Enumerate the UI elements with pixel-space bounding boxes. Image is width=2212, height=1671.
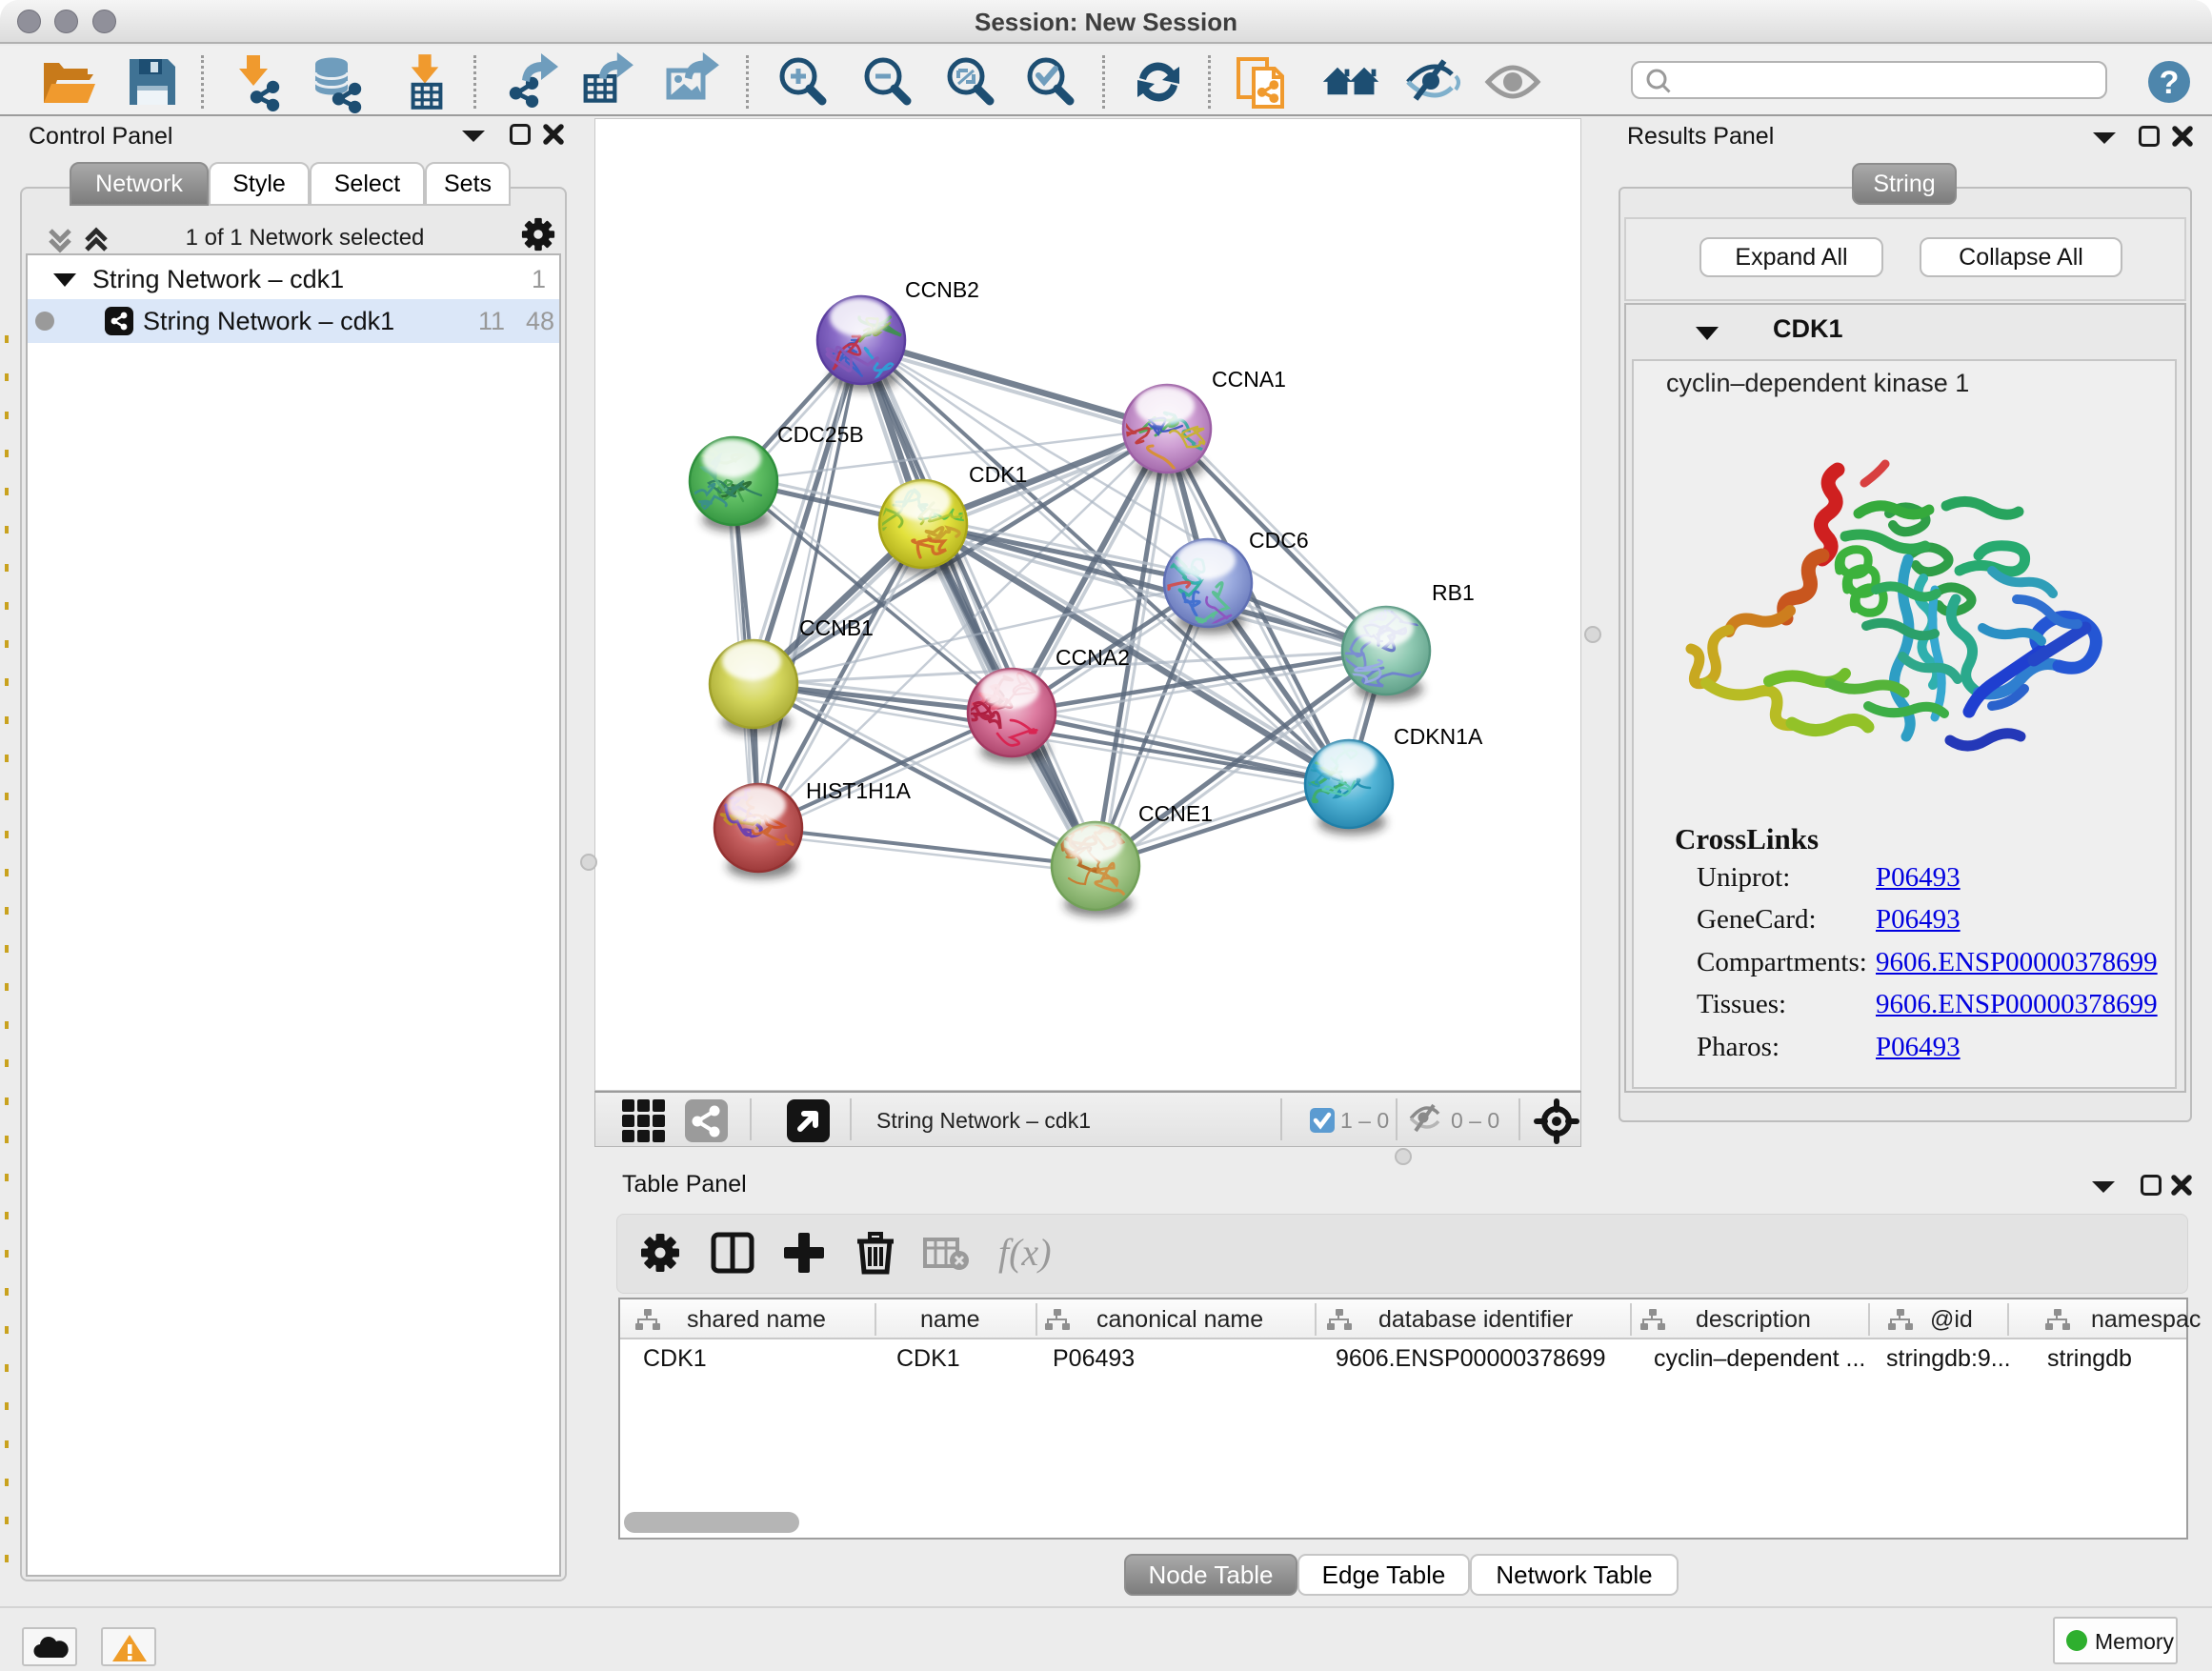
svg-text:CDC25B: CDC25B: [777, 422, 864, 447]
svg-text:f(x): f(x): [998, 1231, 1052, 1274]
svg-text:CCNA1: CCNA1: [1212, 367, 1286, 392]
svg-text:CDK1: CDK1: [969, 462, 1027, 487]
svg-text:HIST1H1A: HIST1H1A: [806, 778, 912, 803]
svg-text:CDKN1A: CDKN1A: [1394, 724, 1483, 749]
svg-text:CDC6: CDC6: [1249, 528, 1309, 553]
svg-text:CCNA2: CCNA2: [1056, 645, 1130, 670]
svg-text:RB1: RB1: [1432, 580, 1475, 605]
svg-text:CCNE1: CCNE1: [1138, 801, 1213, 826]
svg-text:CCNB1: CCNB1: [799, 615, 874, 640]
svg-text:?: ?: [2160, 65, 2180, 101]
svg-text:CCNB2: CCNB2: [905, 277, 979, 302]
